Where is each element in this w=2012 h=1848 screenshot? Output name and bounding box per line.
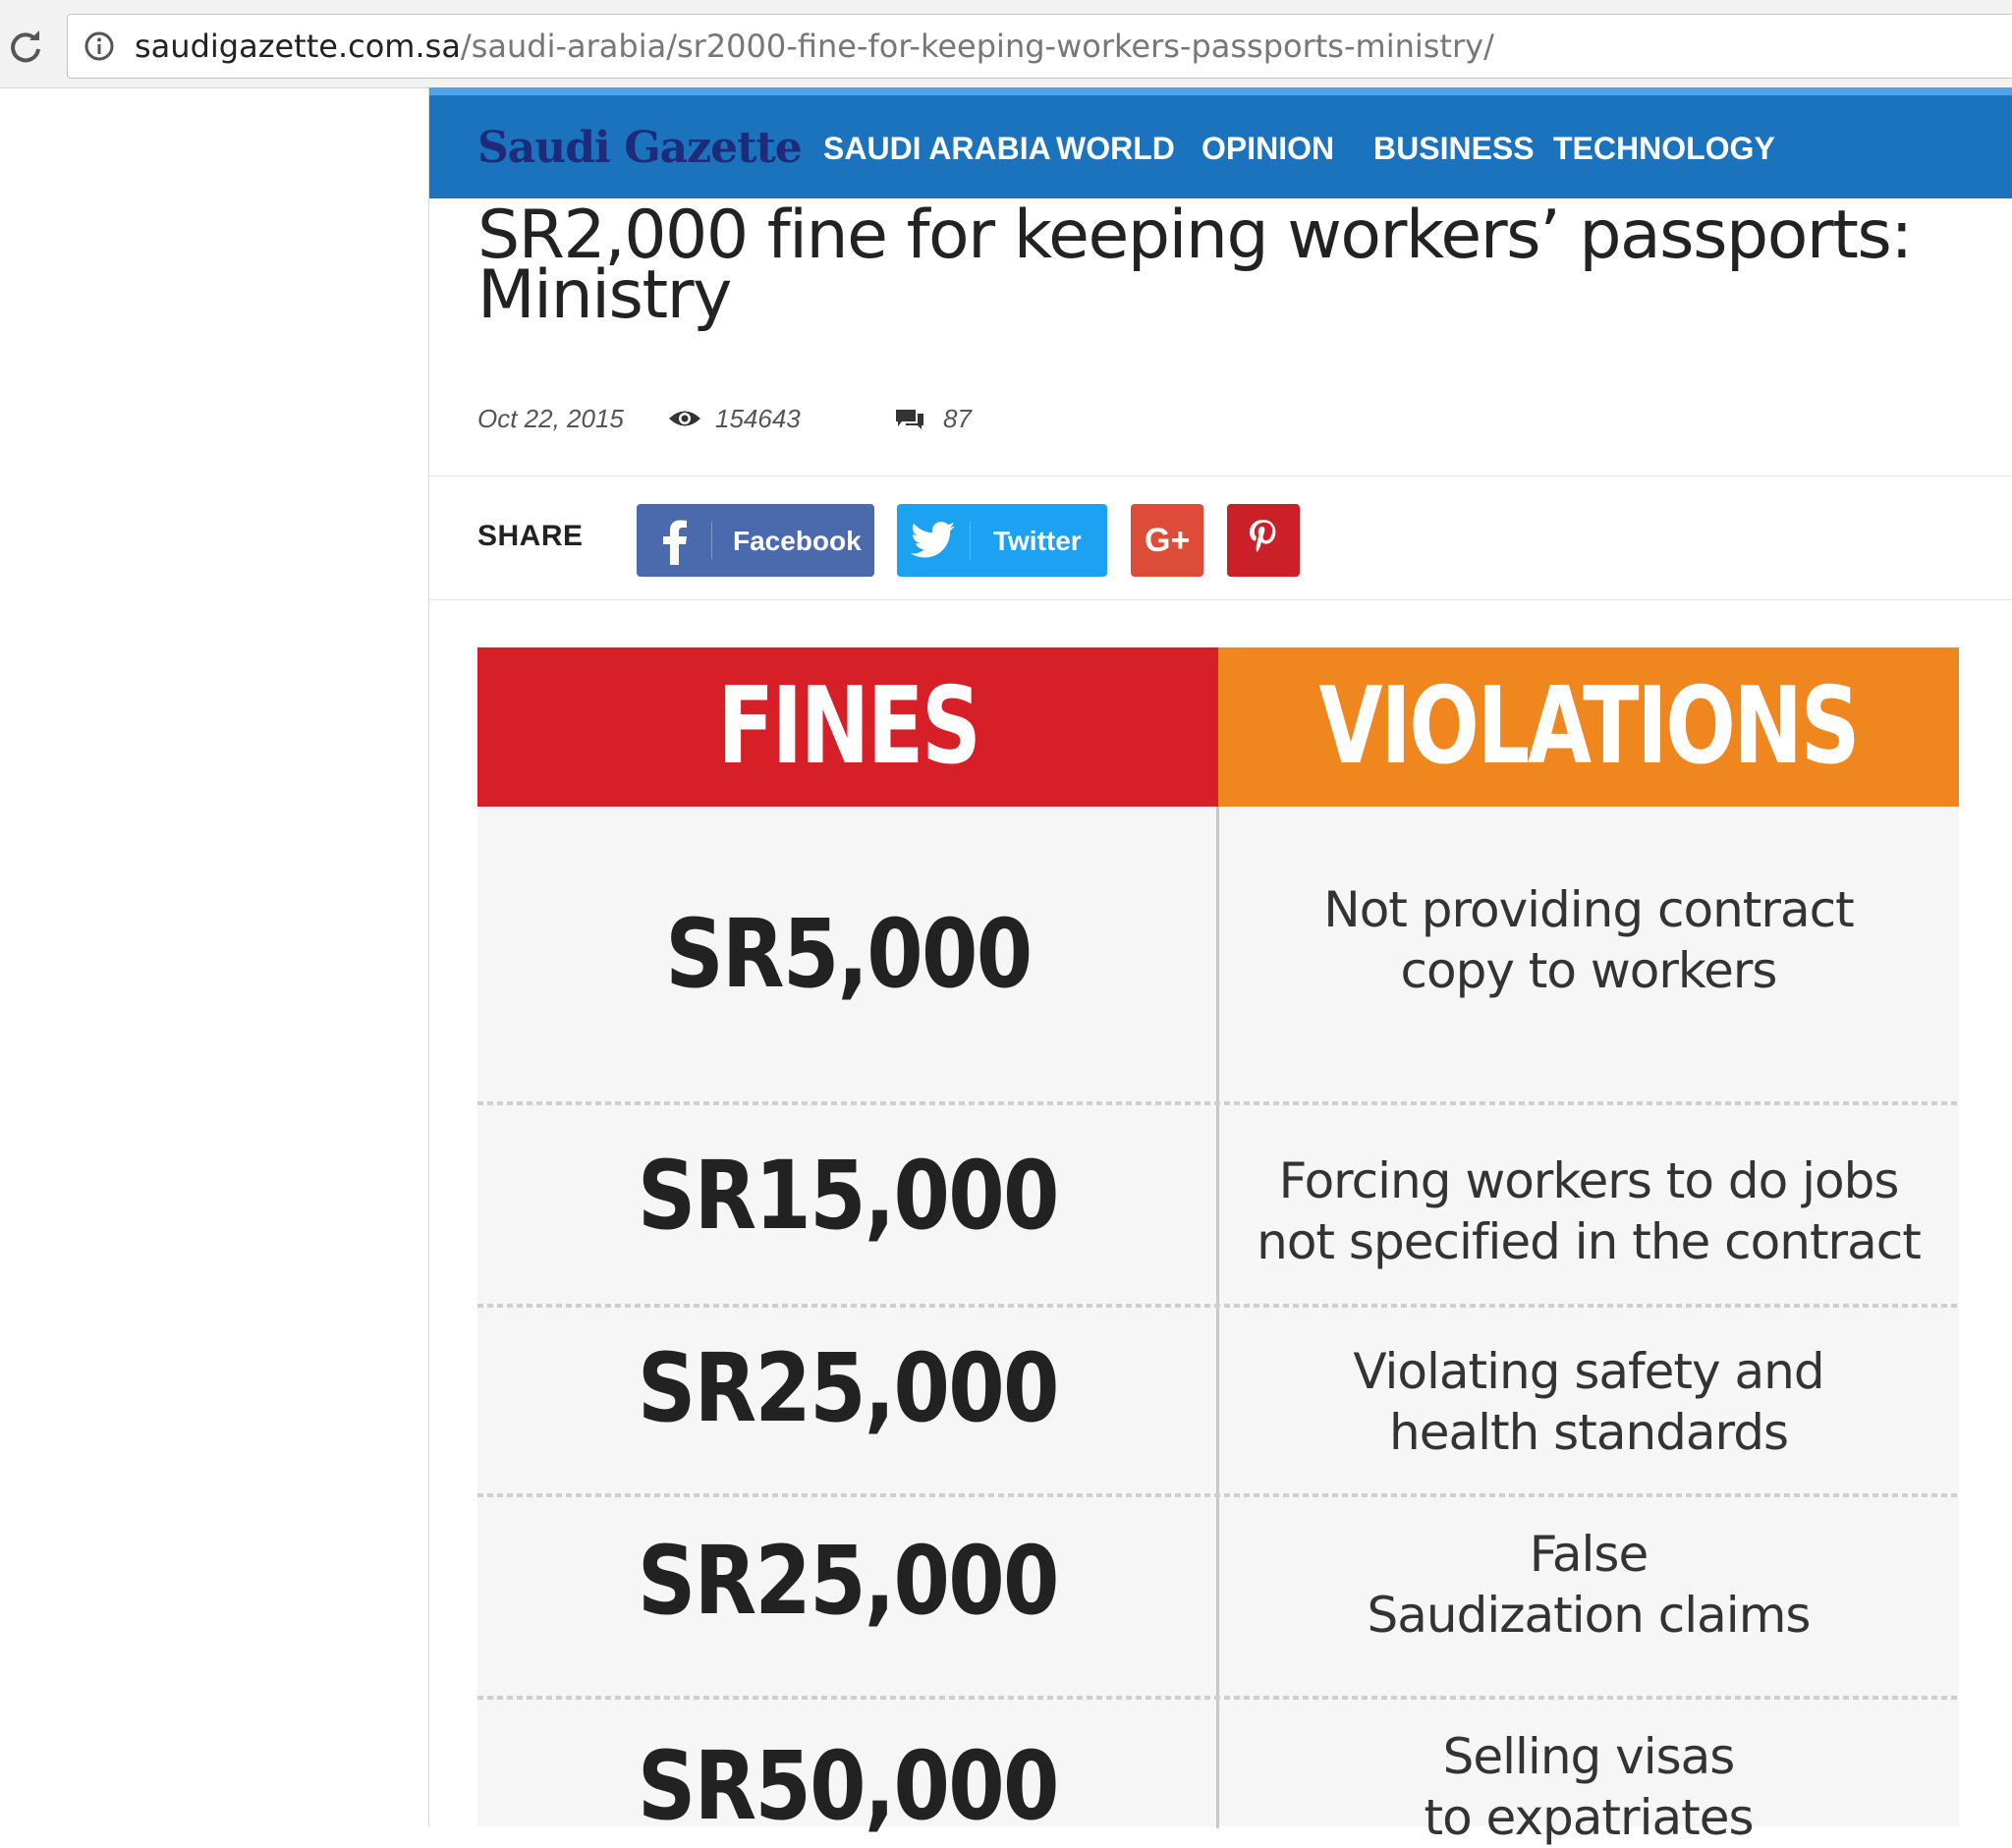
violation-text: Forcing workers to do jobs not specified… [1218,1150,1959,1272]
address-bar[interactable]: saudigazette.com.sa/saudi-arabia/sr2000-… [67,14,2012,79]
url-host: saudigazette.com.sa [135,28,461,65]
row-separator [477,1493,1959,1497]
twitter-share-button[interactable]: Twitter [897,504,1107,577]
violation-text: False Saudization claims [1218,1524,1959,1646]
url-text[interactable]: saudigazette.com.sa/saudi-arabia/sr2000-… [135,28,1494,64]
violation-line: Violating safety and [1353,1343,1824,1400]
nav-saudi-arabia[interactable]: SAUDI ARABIA [823,131,1051,167]
button-divider [711,522,712,559]
comments-icon [896,410,923,429]
pinterest-share-button[interactable] [1227,504,1300,577]
fine-amount: SR15,000 [638,1141,1060,1251]
violation-line: Forcing workers to do jobs [1278,1152,1900,1209]
row-separator [477,1304,1959,1308]
fine-amount: SR50,000 [638,1731,1060,1841]
nav-world[interactable]: WORLD [1056,131,1175,167]
info-icon[interactable] [84,30,115,62]
facebook-label: Facebook [733,526,862,556]
site-logo[interactable]: Saudi Gazette [477,123,803,173]
share-label: SHARE [477,520,584,552]
nav-business[interactable]: BUSINESS [1373,131,1535,167]
comment-count: 87 [943,404,972,433]
facebook-icon [663,520,687,565]
violation-line: Saudization claims [1367,1587,1812,1644]
violations-header: VIOLATIONS [1218,647,1959,807]
violation-line: not specified in the contract [1257,1213,1922,1270]
row-separator [477,1696,1959,1700]
violation-line: Selling visas [1442,1728,1736,1785]
twitter-label: Twitter [993,526,1082,556]
violation-line: health standards [1389,1404,1789,1461]
article-date: Oct 22, 2015 [477,404,624,433]
violation-line: to expatriates [1424,1789,1754,1846]
fines-header: FINES [477,647,1218,807]
reload-icon[interactable] [6,28,45,67]
fines-infographic: FINES VIOLATIONS SR5,000 Not providing c… [477,647,1959,1846]
eye-icon [669,411,700,426]
share-bar: SHARE Facebook Twitter G+ [429,476,2012,600]
violation-text: Violating safety and health standards [1218,1341,1959,1463]
facebook-share-button[interactable]: Facebook [637,504,874,577]
violation-line: copy to workers [1400,942,1778,999]
fine-amount: SR25,000 [638,1526,1060,1636]
violation-line: Not providing contract [1323,881,1854,938]
nav-opinion[interactable]: OPINION [1202,131,1334,167]
button-divider [970,522,971,559]
site-navbar: Saudi Gazette SAUDI ARABIA WORLD OPINION… [429,87,2012,198]
browser-toolbar: saudigazette.com.sa/saudi-arabia/sr2000-… [0,0,2012,88]
page-content: Saudi Gazette SAUDI ARABIA WORLD OPINION… [428,87,2012,1846]
googleplus-icon: G+ [1145,522,1191,559]
twitter-icon [911,522,956,558]
violation-line: False [1529,1526,1649,1583]
googleplus-share-button[interactable]: G+ [1131,504,1203,577]
fine-amount: SR5,000 [664,899,1033,1009]
url-path: /saudi-arabia/sr2000-fine-for-keeping-wo… [460,28,1494,65]
nav-technology[interactable]: TECHNOLOGY [1553,131,1775,167]
fine-amount: SR25,000 [638,1333,1060,1443]
view-count: 154643 [715,404,801,433]
row-separator [477,1101,1959,1105]
violation-text: Not providing contract copy to workers [1218,879,1959,1001]
violation-text: Selling visas to expatriates [1218,1726,1959,1848]
article-headline: SR2,000 fine for keeping workers’ passpo… [477,196,1913,334]
pinterest-icon [1250,520,1276,553]
